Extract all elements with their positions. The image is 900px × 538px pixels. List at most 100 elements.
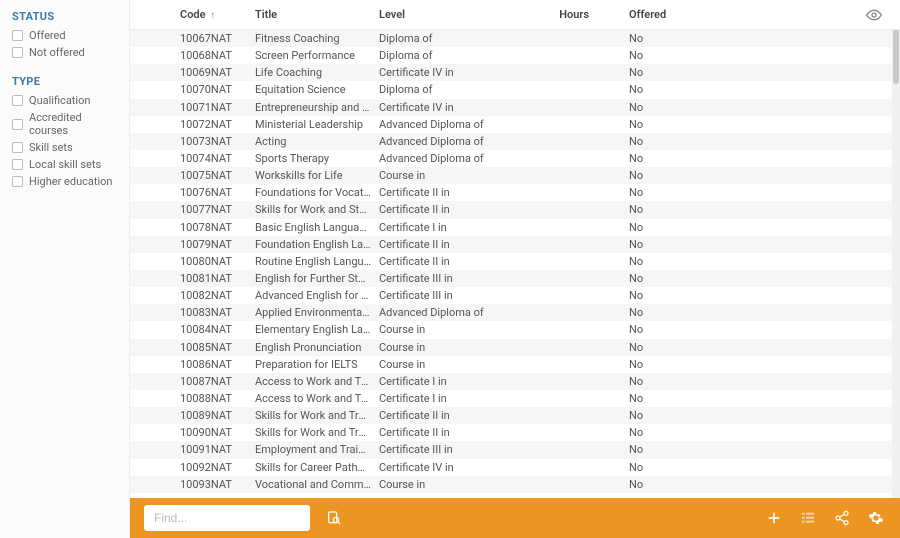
table-row[interactable]: 10077NATSkills for Work and StudyCertifi…: [130, 201, 900, 218]
table-row[interactable]: 10073NATActingAdvanced Diploma ofNo: [130, 133, 900, 150]
cell-level: Certificate III in: [379, 443, 504, 456]
cell-level: Advanced Diploma of: [379, 152, 504, 165]
table-row[interactable]: 10068NATScreen PerformanceDiploma ofNo: [130, 47, 900, 64]
filter-item[interactable]: Qualification: [12, 92, 121, 109]
filter-item-label: Local skill sets: [29, 158, 101, 171]
cell-title: English Pronunciation: [255, 341, 379, 354]
filter-heading-status: STATUS: [12, 10, 121, 23]
filter-item-label: Not offered: [29, 46, 85, 59]
cell-offered: No: [629, 461, 829, 474]
cell-title: Foundations for Vocational...: [255, 186, 379, 199]
cell-offered: No: [629, 66, 829, 79]
cell-code: 10079NAT: [130, 238, 255, 251]
checkbox-icon[interactable]: [12, 119, 23, 130]
table-row[interactable]: 10074NATSports TherapyAdvanced Diploma o…: [130, 150, 900, 167]
table-row[interactable]: 10090NATSkills for Work and Trainin...Ce…: [130, 424, 900, 441]
cell-level: Certificate III in: [379, 289, 504, 302]
checkbox-icon[interactable]: [12, 95, 23, 106]
cell-code: 10090NAT: [130, 426, 255, 439]
filter-item-label: Skill sets: [29, 141, 73, 154]
table-row[interactable]: 10069NATLife CoachingCertificate IV inNo: [130, 64, 900, 81]
table-row[interactable]: 10080NATRoutine English Language ...Cert…: [130, 253, 900, 270]
cell-level: Certificate II in: [379, 186, 504, 199]
cell-code: 10071NAT: [130, 101, 255, 114]
cell-title: Skills for Work and Trainin...: [255, 426, 379, 439]
table-row[interactable]: 10093NATVocational and Community...Cours…: [130, 476, 900, 493]
search-input[interactable]: [144, 505, 310, 531]
cell-code: 10073NAT: [130, 135, 255, 148]
table-row[interactable]: 10075NATWorkskills for LifeCourse inNo: [130, 167, 900, 184]
cell-offered: No: [629, 289, 829, 302]
table-row[interactable]: 10071NATEntrepreneurship and New...Certi…: [130, 99, 900, 116]
filter-item[interactable]: Offered: [12, 27, 121, 44]
col-header-level[interactable]: Level: [379, 8, 504, 21]
checkbox-icon[interactable]: [12, 30, 23, 41]
checkbox-icon[interactable]: [12, 176, 23, 187]
cell-level: Advanced Diploma of: [379, 135, 504, 148]
filter-item[interactable]: Not offered: [12, 44, 121, 61]
cell-offered: No: [629, 392, 829, 405]
table-row[interactable]: 10086NATPreparation for IELTSCourse inNo: [130, 356, 900, 373]
table-row[interactable]: 10072NATMinisterial LeadershipAdvanced D…: [130, 116, 900, 133]
cell-level: Certificate I in: [379, 375, 504, 388]
cell-level: Certificate IV in: [379, 461, 504, 474]
cell-code: 10088NAT: [130, 392, 255, 405]
col-header-offered[interactable]: Offered: [629, 8, 829, 21]
filter-item[interactable]: Local skill sets: [12, 156, 121, 173]
table-row[interactable]: 10070NATEquitation ScienceDiploma ofNo: [130, 81, 900, 98]
cell-code: 10075NAT: [130, 169, 255, 182]
table-row[interactable]: 10078NATBasic English Language Sk...Cert…: [130, 219, 900, 236]
table-row[interactable]: 10087NATAccess to Work and Traini...Cert…: [130, 373, 900, 390]
table-row[interactable]: 10091NATEmployment and TrainingCertifica…: [130, 441, 900, 458]
scrollbar-track[interactable]: [892, 0, 900, 498]
cell-level: Course in: [379, 358, 504, 371]
table-scroll[interactable]: Code ↑ Title Level Hours Offered 10067NA…: [130, 0, 900, 498]
list-view-icon[interactable]: [798, 508, 818, 528]
cell-code: 10087NAT: [130, 375, 255, 388]
cell-code: 10070NAT: [130, 83, 255, 96]
table-row[interactable]: 10089NATSkills for Work and TrainingCert…: [130, 407, 900, 424]
cell-code: 10074NAT: [130, 152, 255, 165]
cell-level: Certificate II in: [379, 409, 504, 422]
filter-item[interactable]: Skill sets: [12, 139, 121, 156]
filter-item[interactable]: Accredited courses: [12, 109, 121, 139]
cell-title: Preparation for IELTS: [255, 358, 379, 371]
table-row[interactable]: 10085NATEnglish PronunciationCourse inNo: [130, 339, 900, 356]
sort-asc-icon: ↑: [210, 10, 215, 21]
col-header-code[interactable]: Code ↑: [130, 8, 255, 21]
cell-level: Diploma of: [379, 83, 504, 96]
table-row[interactable]: 10082NATAdvanced English for Furth...Cer…: [130, 287, 900, 304]
filter-item[interactable]: Higher education: [12, 173, 121, 190]
cell-code: 10093NAT: [130, 478, 255, 491]
table-row[interactable]: 10067NATFitness CoachingDiploma ofNo: [130, 30, 900, 47]
checkbox-icon[interactable]: [12, 142, 23, 153]
document-search-icon[interactable]: [324, 508, 344, 528]
filter-sidebar: STATUS OfferedNot offered TYPE Qualifica…: [0, 0, 130, 538]
cell-title: Fitness Coaching: [255, 32, 379, 45]
col-header-title[interactable]: Title: [255, 8, 379, 21]
checkbox-icon[interactable]: [12, 47, 23, 58]
table-row[interactable]: 10084NATElementary English Langua...Cour…: [130, 321, 900, 338]
cell-level: Course in: [379, 169, 504, 182]
table-row[interactable]: 10081NATEnglish for Further StudyCertifi…: [130, 270, 900, 287]
cell-code: 10078NAT: [130, 221, 255, 234]
settings-gear-icon[interactable]: [866, 508, 886, 528]
checkbox-icon[interactable]: [12, 159, 23, 170]
columns-visibility-icon[interactable]: [866, 7, 882, 23]
table-row[interactable]: 10079NATFoundation English Langua...Cert…: [130, 236, 900, 253]
cell-level: Certificate II in: [379, 203, 504, 216]
cell-title: Advanced English for Furth...: [255, 289, 379, 302]
table-row[interactable]: 10076NATFoundations for Vocational...Cer…: [130, 184, 900, 201]
cell-title: Access to Work and Training: [255, 392, 379, 405]
table-row[interactable]: 10092NATSkills for Career PathwaysCertif…: [130, 459, 900, 476]
cell-level: Certificate II in: [379, 426, 504, 439]
share-icon[interactable]: [832, 508, 852, 528]
table-row[interactable]: 10083NATApplied Environmental Ma...Advan…: [130, 304, 900, 321]
table-row[interactable]: 10088NATAccess to Work and TrainingCerti…: [130, 390, 900, 407]
col-header-hours[interactable]: Hours: [504, 8, 629, 21]
filter-item-label: Offered: [29, 29, 66, 42]
cell-level: Diploma of: [379, 49, 504, 62]
add-icon[interactable]: [764, 508, 784, 528]
cell-title: Skills for Work and Study: [255, 203, 379, 216]
cell-title: English for Further Study: [255, 272, 379, 285]
